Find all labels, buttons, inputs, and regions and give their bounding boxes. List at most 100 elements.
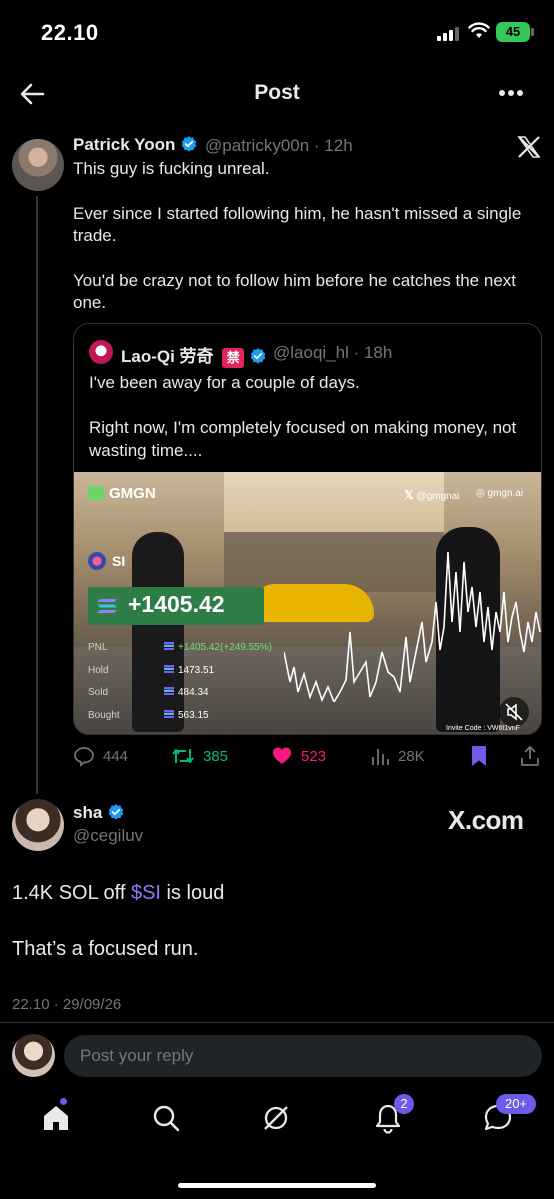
nav-notifications[interactable]: 2 <box>372 1094 414 1136</box>
repost-count: 385 <box>203 747 229 765</box>
stat-value-text: 1473.51 <box>178 665 215 676</box>
stat-value: +1405.42(+249.55%) <box>164 642 272 653</box>
status-time: 22.10 <box>41 20 99 45</box>
post-paragraph: Ever since I started following him, he h… <box>73 203 522 246</box>
nav-home[interactable] <box>40 1098 74 1136</box>
post-text: This guy is fucking unreal. Ever since I… <box>73 158 533 337</box>
xcom-watermark: X.com <box>448 805 524 835</box>
quote-author-name: Lao-Qi 劳奇 禁 <box>121 342 267 368</box>
top-app-bar: Post <box>0 66 554 122</box>
author-handle: @cegiluv <box>73 826 144 845</box>
views-count: 28K <box>398 747 425 765</box>
quote-text: I've been away for a couple of days. Rig… <box>89 371 529 484</box>
cashtag-link[interactable]: $SI <box>131 882 161 904</box>
post-action-bar: 444 385 523 28K <box>73 744 543 768</box>
like-button[interactable]: 523 <box>271 744 326 768</box>
invite-code: Invite Code : VW6t1vnF <box>446 725 520 732</box>
share-icon[interactable] <box>519 744 541 768</box>
repost-icon <box>172 749 194 763</box>
avatar[interactable] <box>12 799 64 851</box>
verified-badge-icon <box>181 136 197 152</box>
views-chart-icon <box>372 749 389 765</box>
post-text-segment: 1.4K SOL off <box>12 882 131 904</box>
post-line: That’s a focused run. <box>12 938 199 960</box>
stat-value-text: 563.15 <box>178 710 209 721</box>
notifications-badge: 2 <box>394 1094 414 1114</box>
reply-composer[interactable] <box>64 1035 542 1077</box>
video-media[interactable]: GMGN 𝕏 @gmgnai ◎ gmgn.ai SI +1405.42 PNL… <box>74 472 541 734</box>
stat-value: 1473.51 <box>164 665 214 676</box>
stat-label: Bought <box>88 710 120 721</box>
cellular-signal-icon <box>437 26 459 41</box>
price-line <box>284 551 541 702</box>
author-name-text: sha <box>73 803 103 822</box>
author-name[interactable]: sha <box>73 803 125 823</box>
thread-line <box>36 196 38 794</box>
post-paragraph: This guy is fucking unreal. <box>73 159 270 178</box>
author-name-text: Patrick Yoon <box>73 135 176 154</box>
grok-icon <box>264 1106 288 1130</box>
reply-button[interactable]: 444 <box>73 744 128 768</box>
heart-filled-icon <box>273 747 291 764</box>
author-handle: @patricky00n · 12h <box>205 136 353 155</box>
solana-mini-icon <box>164 687 174 695</box>
stat-value-text: +1405.42(+249.55%) <box>178 642 272 653</box>
post-paragraph: You'd be crazy not to follow him before … <box>73 270 516 313</box>
divider <box>0 1022 554 1023</box>
quote-author-name-text: Lao-Qi 劳奇 <box>121 347 214 366</box>
reply-icon <box>74 747 94 767</box>
person-silhouette <box>132 532 184 732</box>
avatar <box>12 1034 55 1077</box>
quoted-post-card[interactable]: Lao-Qi 劳奇 禁 @laoqi_hl · 18h I've been aw… <box>73 323 542 735</box>
verified-badge-icon <box>108 804 124 820</box>
x-mini-icon: 𝕏 <box>404 488 414 502</box>
solana-mini-icon <box>164 642 174 650</box>
repost-button[interactable]: 385 <box>171 744 228 768</box>
wifi-icon <box>468 22 490 38</box>
verified-badge-icon <box>250 348 266 364</box>
page-title: Post <box>254 81 300 104</box>
avatar[interactable] <box>12 139 64 191</box>
price-line-overlay <box>284 551 541 702</box>
battery-tip <box>531 28 534 36</box>
nav-messages[interactable]: 20+ <box>482 1094 536 1136</box>
messages-badge: 20+ <box>496 1094 536 1114</box>
home-indicator <box>178 1183 376 1188</box>
solana-mini-icon <box>164 710 174 718</box>
token-label: SI <box>88 552 125 570</box>
reply-count: 444 <box>103 747 129 765</box>
status-bar: 22.10 45 <box>0 0 554 66</box>
nav-search[interactable] <box>150 1102 184 1136</box>
like-count: 523 <box>301 747 327 765</box>
stat-label: Sold <box>88 687 109 698</box>
post-line: 1.4K SOL off $SI is loud <box>12 880 224 906</box>
stat-value-text: 484.34 <box>178 687 209 698</box>
quote-paragraph: Right now, I'm completely focused on mak… <box>89 418 517 460</box>
globe-icon: ◎ <box>476 488 485 499</box>
bookmark-filled-icon[interactable] <box>469 744 489 768</box>
solana-mini-icon <box>164 665 174 673</box>
unread-dot <box>60 1098 67 1105</box>
author-name[interactable]: Patrick Yoon <box>73 135 198 155</box>
token-label-text: SI <box>112 553 126 569</box>
stat-label: PNL <box>88 642 108 653</box>
media-site: ◎ gmgn.ai <box>476 488 523 499</box>
media-social-handle-text: @gmgnai <box>416 491 460 502</box>
nav-grok[interactable] <box>260 1102 294 1136</box>
quote-author-handle: @laoqi_hl · 18h <box>273 343 393 362</box>
battery-indicator: 45 <box>496 22 530 42</box>
search-icon <box>153 1105 180 1132</box>
views-button[interactable]: 28K <box>370 744 425 768</box>
more-options-icon[interactable] <box>497 90 525 98</box>
stat-value: 484.34 <box>164 687 209 698</box>
home-icon <box>44 1106 68 1130</box>
reply-input[interactable] <box>80 1035 520 1077</box>
mute-video-button[interactable] <box>499 697 529 727</box>
quote-avatar <box>89 340 113 364</box>
stat-label: Hold <box>88 665 109 676</box>
speaker-muted-icon <box>505 703 523 721</box>
gmgn-logo-icon <box>88 486 104 500</box>
gmgn-brand: GMGN <box>88 485 156 502</box>
media-site-text: gmgn.ai <box>487 488 524 499</box>
stat-value: 563.15 <box>164 710 209 721</box>
